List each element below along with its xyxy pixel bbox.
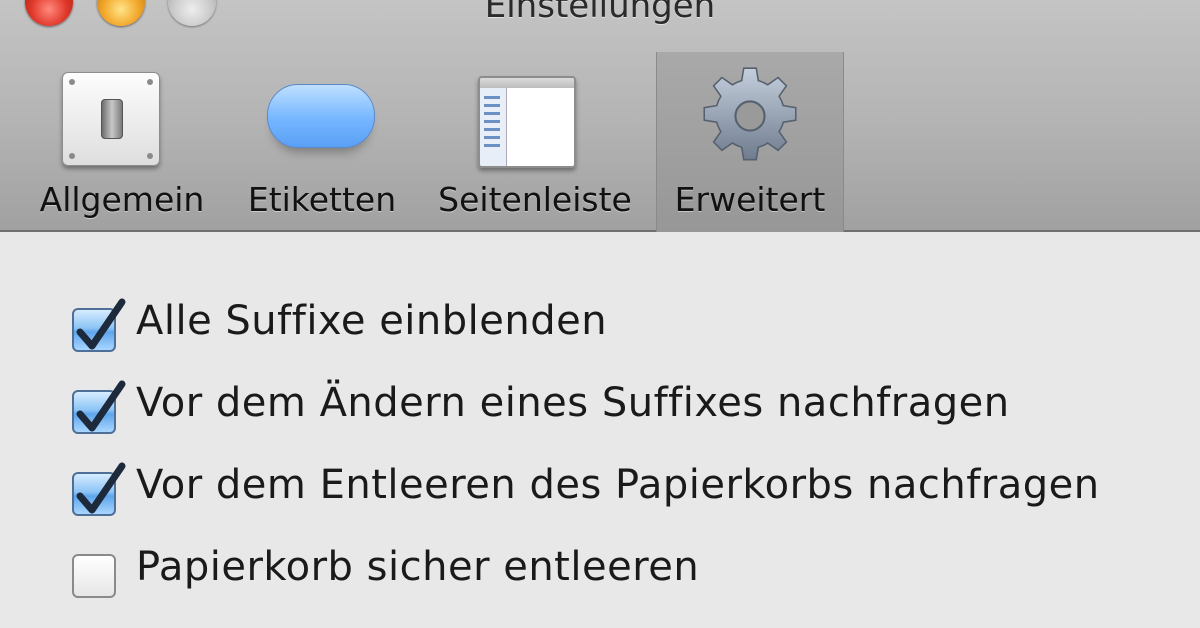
checkbox-secure-empty-trash[interactable] xyxy=(72,554,116,598)
checkmark-icon xyxy=(76,380,126,432)
checkmark-icon xyxy=(76,298,126,350)
tab-label-erweitert: Erweitert xyxy=(674,180,826,219)
tab-allgemein[interactable]: Allgemein xyxy=(24,52,220,232)
pref-label: Vor dem Entleeren des Papierkorbs nachfr… xyxy=(136,462,1100,508)
tab-label-seitenleiste: Seitenleiste xyxy=(438,180,632,219)
label-icon xyxy=(267,84,375,148)
checkbox-show-all-suffixes[interactable] xyxy=(72,298,126,352)
checkbox-confirm-suffix-change[interactable] xyxy=(72,380,126,434)
sidebar-icon xyxy=(478,76,576,168)
tab-etiketten[interactable]: Etiketten xyxy=(236,52,408,232)
tab-erweitert[interactable]: Erweitert xyxy=(656,52,844,232)
tab-seitenleiste[interactable]: Seitenleiste xyxy=(424,52,646,232)
gear-icon xyxy=(703,67,797,161)
window-title: Einstellungen xyxy=(484,0,716,26)
general-switch-icon xyxy=(62,72,160,166)
toolbar: Einstellungen Allgemein Etiketten Seiten… xyxy=(0,0,1200,232)
tab-label-allgemein: Allgemein xyxy=(39,180,205,219)
tab-label-etiketten: Etiketten xyxy=(247,180,397,219)
pref-label: Vor dem Ändern eines Suffixes nachfragen xyxy=(136,380,1010,426)
checkmark-icon xyxy=(76,462,126,514)
pref-label: Alle Suffixe einblenden xyxy=(136,298,608,344)
pref-label: Papierkorb sicher entleeren xyxy=(136,544,700,590)
checkbox-confirm-empty-trash[interactable] xyxy=(72,462,126,516)
